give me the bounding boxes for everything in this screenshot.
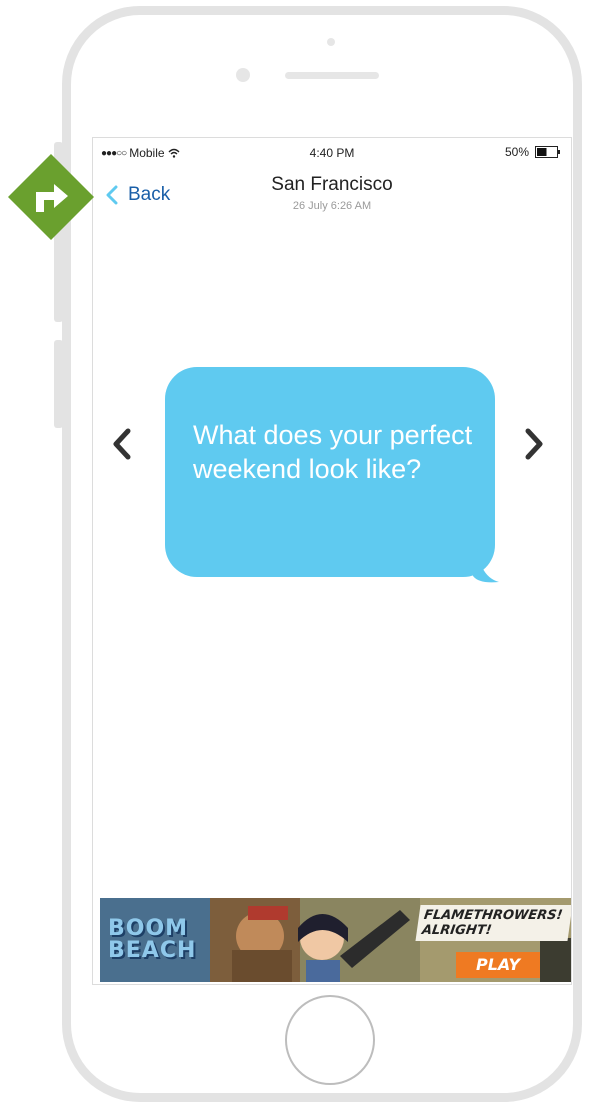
previous-message-button[interactable] [111,427,133,461]
conversation-title: San Francisco [271,174,393,195]
battery-icon [535,146,560,158]
ad-banner[interactable]: BOOM BEACH FLAMETHROWERS! ALRIGHT! PLAY [100,898,571,982]
status-time: 4:40 PM [309,146,355,160]
status-bar: ●●●○○ Mobile 4:40 PM 50% [93,138,571,164]
home-button[interactable] [285,995,375,1085]
message-bubble-tail [473,538,499,583]
earpiece-speaker [285,72,379,79]
proximity-sensor [236,68,250,82]
next-message-button[interactable] [523,427,545,461]
chevron-left-icon [113,428,131,460]
navigation-bar: Back San Francisco 26 July 6:26 AM [93,168,571,218]
battery-percentage: 50% [504,145,529,159]
message-text: What does your perfect weekend look like… [193,420,473,484]
conversation-timestamp: 26 July 6:26 AM [292,200,372,212]
link-badge[interactable] [8,154,94,240]
status-right: 50% [505,145,561,159]
ad-play-button[interactable]: PLAY [456,952,540,978]
chevron-right-icon [525,428,543,460]
ad-tagline: FLAMETHROWERS! ALRIGHT! [415,905,571,941]
front-camera [327,38,335,46]
phone-screen: ●●●○○ Mobile 4:40 PM 50% Back San Franci… [92,137,572,985]
ad-logo: BOOM BEACH [108,916,197,963]
